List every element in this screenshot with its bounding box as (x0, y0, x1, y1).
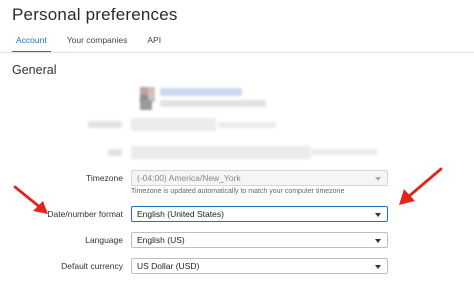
tab-api[interactable]: API (143, 33, 165, 53)
chevron-down-icon (375, 265, 381, 269)
redacted-field-2b (312, 149, 378, 155)
currency-value: US Dollar (USD) (137, 261, 200, 271)
date-format-label: Date/number format (47, 209, 123, 219)
redacted-name (160, 100, 266, 107)
tab-your-companies[interactable]: Your companies (63, 33, 132, 53)
section-title-general: General (12, 63, 57, 77)
timezone-label: Timezone (85, 173, 123, 183)
tab-account[interactable]: Account (12, 33, 51, 53)
page-title: Personal preferences (12, 5, 178, 24)
redacted-email (160, 88, 242, 96)
chevron-down-icon (375, 239, 381, 243)
redacted-label-1 (88, 121, 122, 128)
language-select[interactable]: English (US) (131, 232, 388, 248)
date-format-select[interactable]: English (United States) (131, 206, 388, 222)
timezone-select[interactable]: (-04:00) America/New_York (131, 170, 388, 186)
annotation-arrow-right (399, 167, 443, 205)
tab-bar: Account Your companies API (12, 33, 177, 53)
redacted-label-2 (108, 149, 122, 156)
chevron-down-icon (375, 213, 381, 217)
language-value: English (US) (137, 235, 185, 245)
annotation-arrow-left (13, 185, 48, 214)
avatar-redacted (140, 100, 152, 110)
chevron-down-icon (375, 177, 381, 181)
tab-divider (0, 52, 474, 53)
redacted-field-1 (131, 118, 216, 131)
date-format-value: English (United States) (137, 209, 224, 219)
currency-select[interactable]: US Dollar (USD) (131, 258, 388, 274)
timezone-hint: Timezone is updated automatically to mat… (131, 188, 345, 195)
timezone-value: (-04:00) America/New_York (137, 173, 241, 183)
language-label: Language (85, 235, 123, 245)
redacted-field-2 (131, 146, 311, 159)
redacted-field-1b (218, 122, 276, 128)
currency-label: Default currency (61, 261, 123, 271)
